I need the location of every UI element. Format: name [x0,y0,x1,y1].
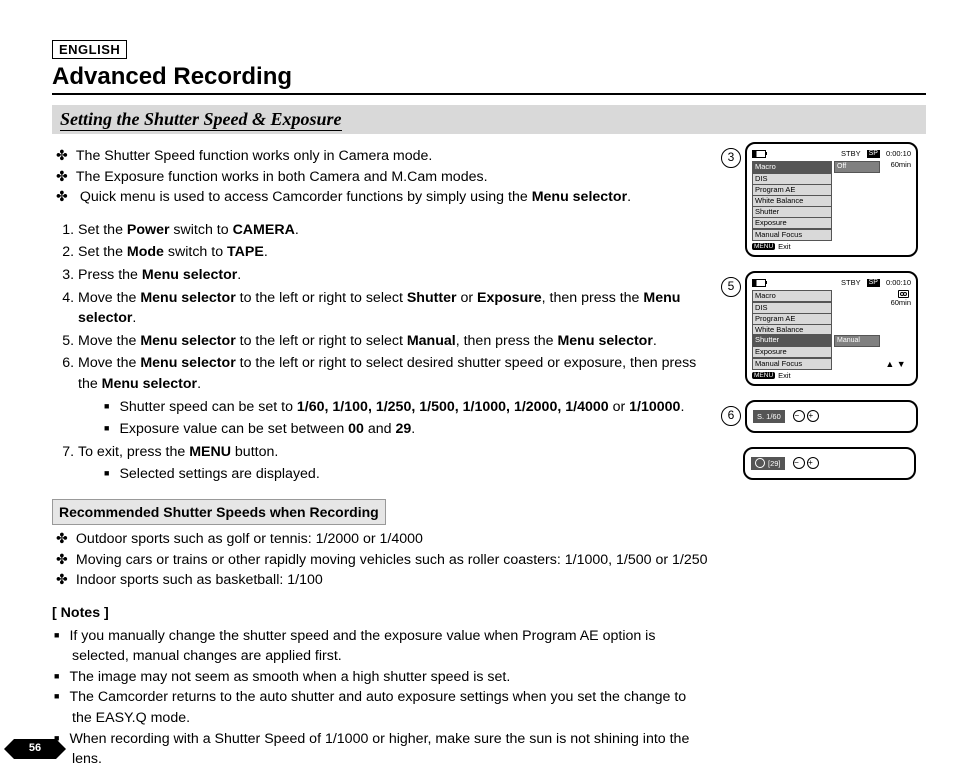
stby-label: STBY [841,150,861,158]
note-item: The image may not seem as smooth when a … [72,667,709,688]
shutter-value-label: S. 1/60 [753,410,785,423]
minus-icon: − [793,410,805,422]
step-circle-3: 3 [721,148,741,168]
plus-minus-icons: −+ [791,410,819,422]
tape-remain: 60min [880,161,911,169]
plus-icon: + [807,457,819,469]
tape-icon [898,290,909,298]
battery-icon [752,279,766,287]
steps-list: Set the Power switch to CAMERA. Set the … [52,220,709,485]
step-7-sub: Selected settings are displayed. [124,464,709,485]
note-item: When recording with a Shutter Speed of 1… [72,729,709,770]
step-circle-5: 5 [721,277,741,297]
lcd-screen-6-shutter: S. 1/60 −+ [745,400,918,433]
recommended-heading: Recommended Shutter Speeds when Recordin… [52,499,386,525]
step-6-sub: Exposure value can be set between 00 and… [124,419,709,440]
time-counter: 0:00:10 [886,279,911,287]
rec-item: Outdoor sports such as golf or tennis: 1… [78,529,709,550]
step-6-sub: Shutter speed can be set to 1/60, 1/100,… [124,397,709,418]
stby-label: STBY [841,279,861,287]
page-number-badge: 56 [14,739,56,759]
step-4: Move the Menu selector to the left or ri… [78,288,709,329]
intro-item: The Shutter Speed function works only in… [78,146,709,167]
step-6: Move the Menu selector to the left or ri… [78,353,709,439]
exit-label: Exit [778,243,791,251]
plus-minus-icons: −+ [791,457,819,469]
step-2: Set the Mode switch to TAPE. [78,242,709,263]
rec-item: Indoor sports such as basketball: 1/100 [78,570,709,591]
step-7: To exit, press the MENU button. Selected… [78,442,709,485]
lcd-screen-5: STBY SP 0:00:10 MacroDISProgram AEWhite … [745,271,918,386]
page-title: Advanced Recording [52,63,926,95]
rec-item: Moving cars or trains or other rapidly m… [78,550,709,571]
section-subtitle-bar: Setting the Shutter Speed & Exposure [52,105,926,134]
note-item: If you manually change the shutter speed… [72,626,709,667]
step-3: Press the Menu selector. [78,265,709,286]
menu-button-icon: MENU [752,243,775,250]
exposure-icon [755,458,765,468]
step-1: Set the Power switch to CAMERA. [78,220,709,241]
notes-list: If you manually change the shutter speed… [52,626,709,770]
language-tag: ENGLISH [52,40,127,59]
intro-item: The Exposure function works in both Came… [78,167,709,188]
lcd-screen-6-exposure: [29] −+ [743,447,916,480]
exit-label: Exit [778,372,791,380]
step-5: Move the Menu selector to the left or ri… [78,331,709,352]
section-subtitle: Setting the Shutter Speed & Exposure [60,109,342,131]
text-span: Quick menu is used to access Camcorder f… [80,189,532,205]
notes-heading: [ Notes ] [52,603,709,624]
quick-menu: MacroDISProgram AEWhite BalanceShutterMa… [752,291,880,369]
menu-selector-label: Menu selector [532,189,627,205]
sp-badge: SP [867,150,880,158]
intro-item: Quick menu is used to access Camcorder f… [78,187,709,208]
lcd-screen-3: STBY SP 0:00:10 MacroOffDISProgram AEWhi… [745,142,918,257]
quick-menu: MacroOffDISProgram AEWhite BalanceShutte… [752,162,880,240]
plus-icon: + [807,410,819,422]
menu-button-icon: MENU [752,372,775,379]
exposure-value-label: [29] [751,457,785,470]
sp-badge: SP [867,279,880,287]
minus-icon: − [793,457,805,469]
battery-icon [752,150,766,158]
note-item: The Camcorder returns to the auto shutte… [72,687,709,728]
intro-list: The Shutter Speed function works only in… [52,146,709,208]
time-counter: 0:00:10 [886,150,911,158]
step-circle-6: 6 [721,406,741,426]
tape-remain: 60min [880,290,911,308]
nav-arrows-icon: ▲ ▼ [880,360,911,370]
recommended-list: Outdoor sports such as golf or tennis: 1… [52,529,709,591]
